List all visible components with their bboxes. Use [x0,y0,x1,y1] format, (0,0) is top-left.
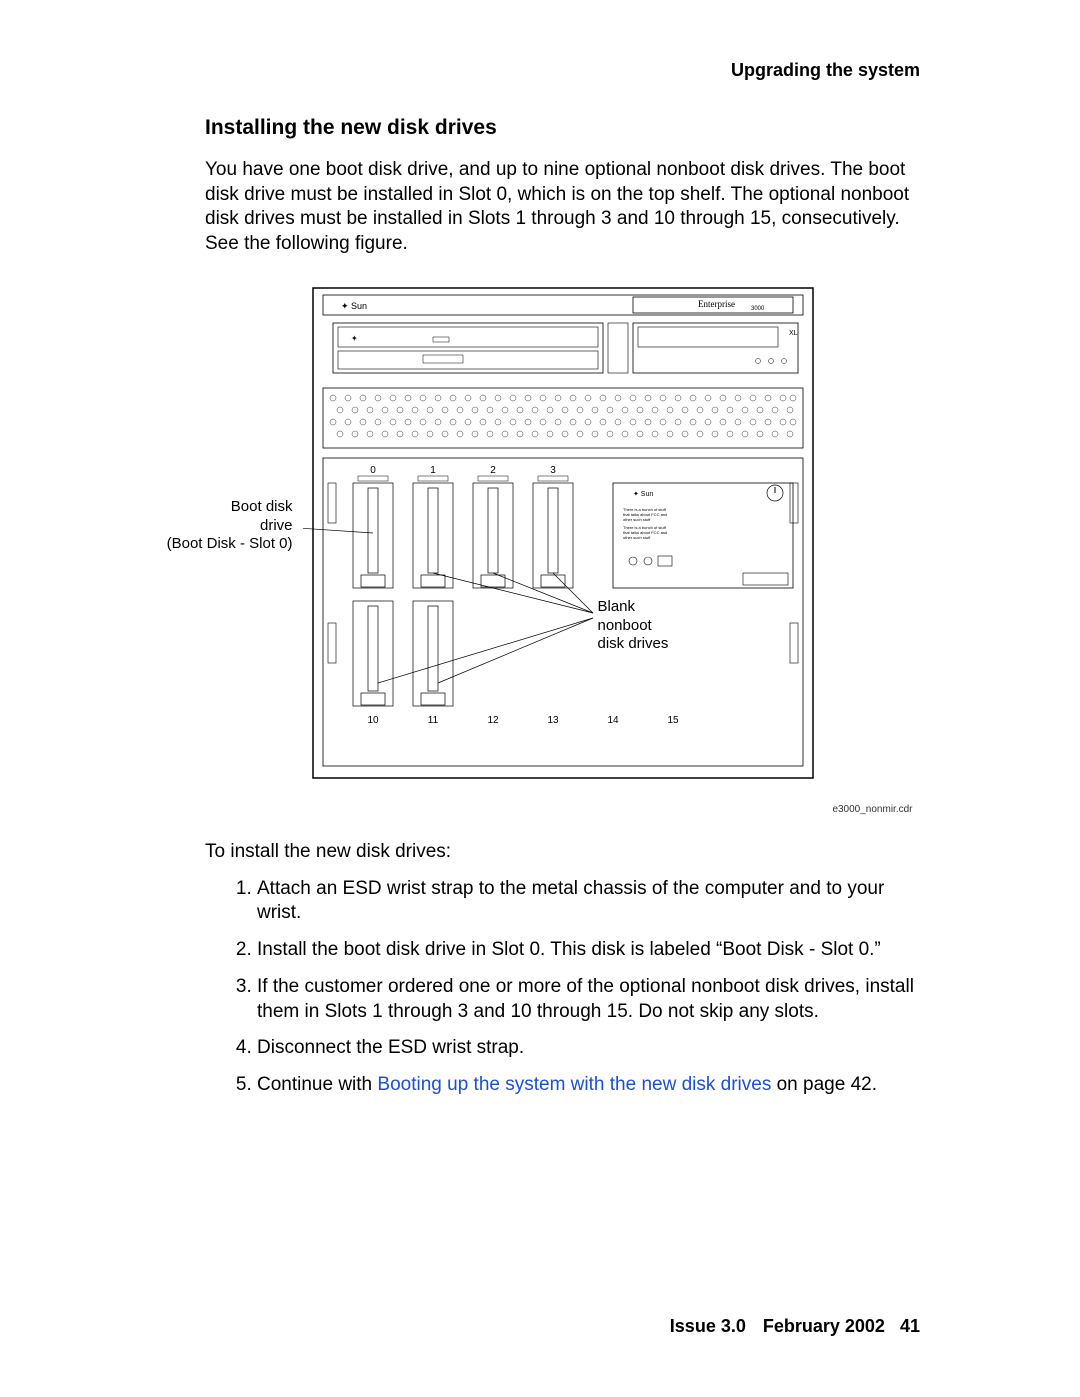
slot-3-label: 3 [550,465,556,476]
slot-11-label: 11 [427,715,438,726]
blank-nonboot-label: Blank nonboot disk drives [598,598,669,654]
page-footer: Issue 3.0 February 2002 41 [670,1316,920,1337]
slot-13-label: 13 [547,715,559,726]
step-5: Continue with Booting up the system with… [257,1073,920,1098]
slot-15-label: 15 [667,715,679,726]
install-steps: Attach an ESD wrist strap to the metal c… [205,877,920,1098]
figure-caption: e3000_nonmir.cdr [832,804,912,815]
figure: Boot disk drive (Boot Disk - Slot 0) Bla… [303,283,823,793]
section-heading: Installing the new disk drives [205,116,920,140]
slot-2-label: 2 [490,465,496,476]
slot-14-label: 14 [607,715,619,726]
svg-text:✦ Sun: ✦ Sun [633,490,653,498]
xl-label: XL [789,330,798,337]
svg-text:other such stuff: other such stuff [623,535,651,540]
boot-l2: drive [260,517,293,534]
step-2: Install the boot disk drive in Slot 0. T… [257,938,920,963]
enterprise-brand: Enterprise [698,299,735,309]
footer-issue: Issue 3.0 [670,1316,746,1336]
page: Upgrading the system Installing the new … [0,0,1080,1397]
footer-page: 41 [900,1316,920,1336]
slot-10-label: 10 [367,715,379,726]
boot-disk-label: Boot disk drive (Boot Disk - Slot 0) [163,498,293,554]
svg-text:other such stuff: other such stuff [623,517,651,522]
svg-text:✦: ✦ [351,334,358,343]
model-3000: 3000 [751,306,765,312]
blank-l2: nonboot [598,617,652,634]
running-header: Upgrading the system [731,60,920,81]
booting-up-link[interactable]: Booting up the system with the new disk … [377,1074,771,1095]
step-5-pre: Continue with [257,1074,377,1095]
intro-paragraph: You have one boot disk drive, and up to … [205,158,920,257]
slot-12-label: 12 [487,715,499,726]
boot-l1: Boot disk [231,498,293,515]
sun-brand: Sun [351,301,367,311]
enterprise-chassis-diagram: ✦ Sun Enterprise 3000 ✦ XL [303,283,823,793]
footer-date: February 2002 [763,1316,885,1336]
step-5-post: on page 42. [771,1074,877,1095]
blank-l3: disk drives [598,635,669,652]
blank-l1: Blank [598,598,636,615]
step-1: Attach an ESD wrist strap to the metal c… [257,877,920,926]
boot-l3: (Boot Disk - Slot 0) [167,535,293,552]
step-4: Disconnect the ESD wrist strap. [257,1036,920,1061]
slot-0-label: 0 [370,465,376,476]
slot-1-label: 1 [430,465,436,476]
step-3: If the customer ordered one or more of t… [257,975,920,1024]
sun-logo-text: ✦ [341,301,349,311]
install-intro: To install the new disk drives: [205,841,920,863]
